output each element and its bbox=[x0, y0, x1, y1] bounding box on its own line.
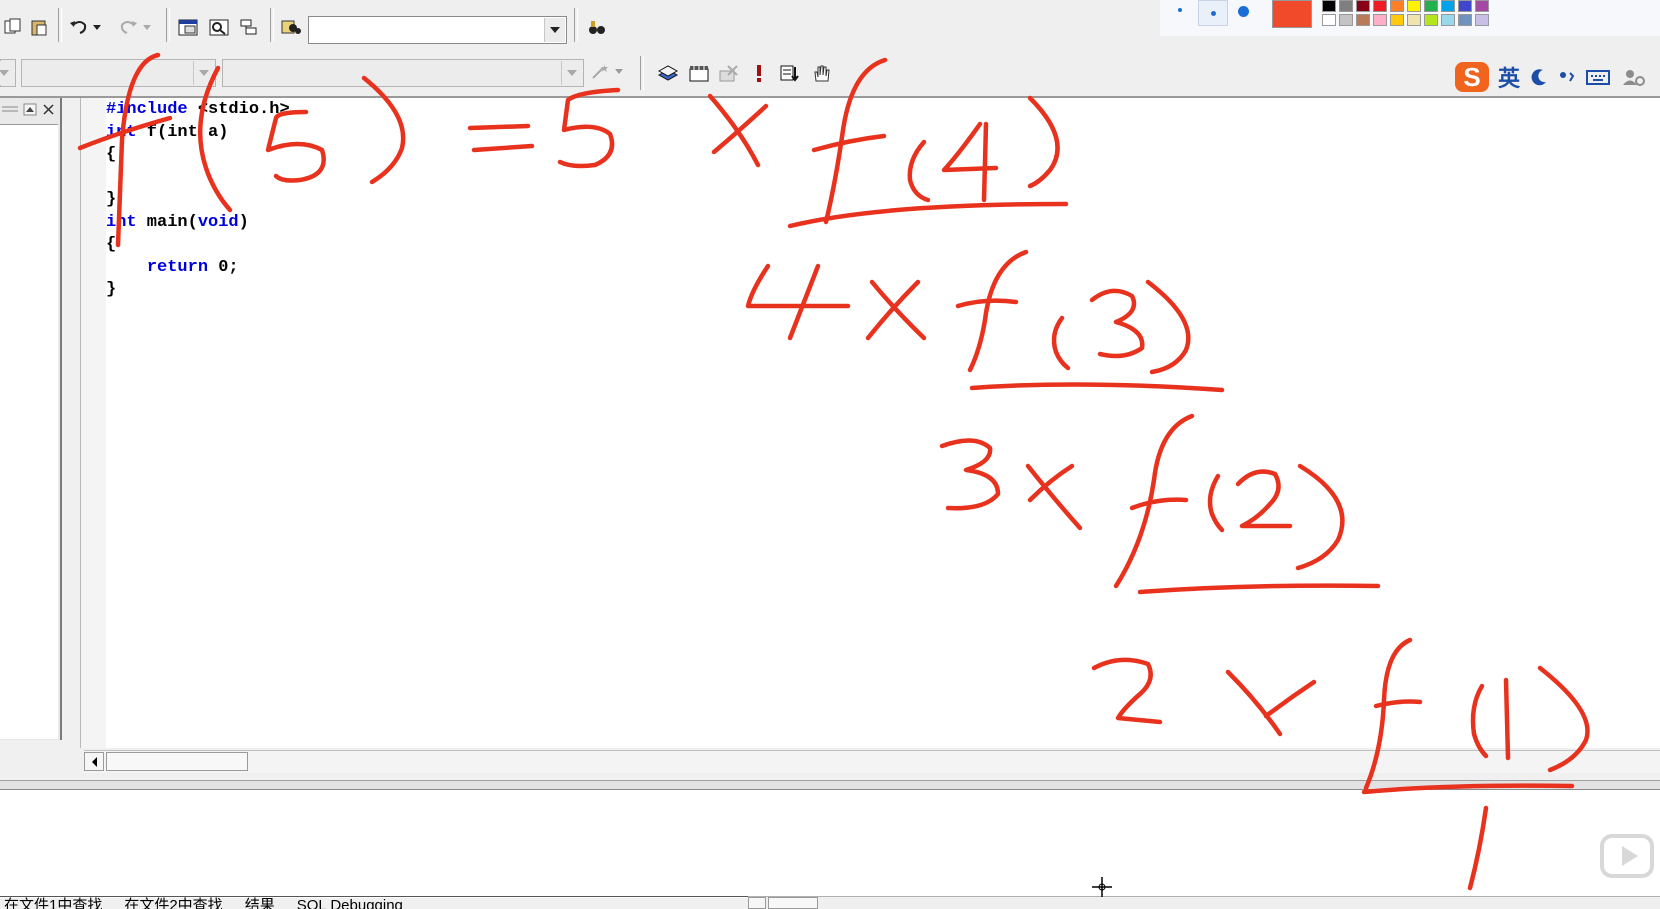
ink-strokes bbox=[77, 52, 1590, 891]
handwritten-annotation bbox=[77, 52, 1590, 891]
